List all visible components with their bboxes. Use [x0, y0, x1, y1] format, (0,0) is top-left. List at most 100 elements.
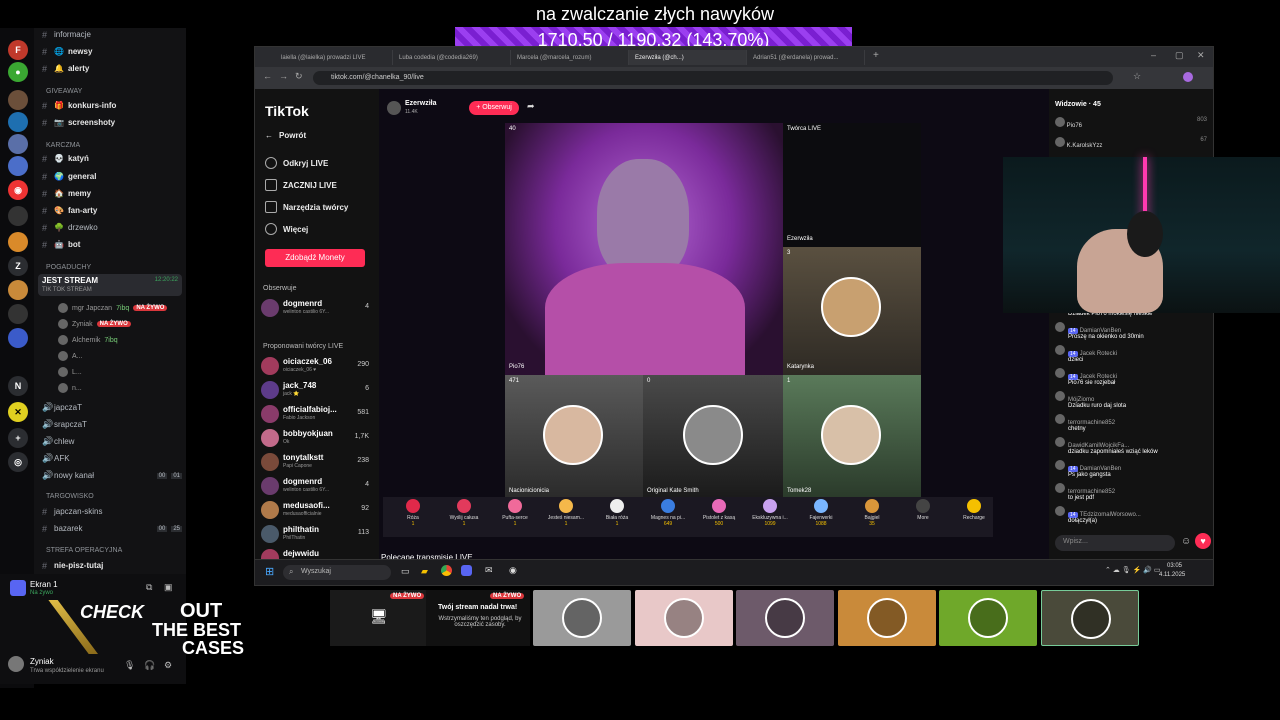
suggested-account[interactable]: bobbyokjuan Ok 1,7K [261, 427, 373, 449]
suggested-account[interactable]: officialfabioj... Fabio Jackson 581 [261, 403, 373, 425]
chat-message[interactable]: 14 Jacek Rotecki Pio76 sie rozjebał [1055, 368, 1207, 386]
browser-tab[interactable]: Luba codedia (@codedia269) [393, 50, 511, 65]
video-tile[interactable]: 1 Tomek28 [783, 375, 921, 499]
video-tile[interactable]: Twórca LIVE Ezerwziła [783, 123, 921, 247]
share-icon[interactable]: ➦ [527, 101, 535, 112]
server-letter-z[interactable]: Z [8, 256, 28, 276]
chrome-icon[interactable] [441, 565, 452, 576]
url-field[interactable]: tiktok.com/@chanelka_90/live [313, 71, 1113, 85]
chat-message[interactable]: terrormachine852 to jest pdf [1055, 483, 1207, 501]
new-tab-icon[interactable]: + [873, 50, 879, 61]
suggested-account[interactable]: dogmenrd welinton castilio 6Y... 4 [261, 475, 373, 497]
category-pogaduchy[interactable]: POGADUCHY [46, 264, 91, 271]
star-icon[interactable]: ☆ [1133, 71, 1141, 82]
browser-tab-active[interactable]: Ezerwziła (@ch...) [629, 50, 747, 65]
chat-message[interactable]: DawidKamilWojcikFa... dziadku zapomniałeś… [1055, 437, 1207, 455]
voice-user[interactable]: n... [58, 382, 82, 394]
video-tile[interactable]: 0 Original Kate Smith [643, 375, 783, 499]
gift-item[interactable]: Bajgiel 35 [848, 499, 896, 527]
gift-item[interactable]: Magnes na pi... 649 [644, 499, 692, 527]
channel-japczan-skins[interactable]: # japczan-skins [42, 505, 102, 518]
server-icon[interactable] [8, 304, 28, 324]
chat-message[interactable]: 14 DamianVanBen Ps jako gangsta [1055, 460, 1207, 478]
folder-icon[interactable]: ▰ [421, 566, 428, 577]
gift-item[interactable]: More [899, 499, 947, 521]
browser-tab[interactable]: laiella (@laielka) prowadzi LIVE [275, 50, 393, 65]
browser-tab[interactable]: Marcela (@marcela_rozum) [511, 50, 629, 65]
server-icon[interactable]: F [8, 40, 28, 60]
minimize-icon[interactable]: – [1151, 50, 1156, 60]
voice-channel-japczat[interactable]: 🔊 japczaT [42, 401, 82, 414]
maximize-icon[interactable]: ▢ [1175, 50, 1184, 61]
profile-avatar[interactable] [1183, 72, 1193, 82]
nav-narzedzia[interactable]: Narzędzia twórcy [265, 201, 348, 213]
suggested-account[interactable]: oiciaczek_06 oiciaczek_06 ♥ 290 [261, 355, 373, 377]
voice-channel-chlew[interactable]: 🔊 chlew [42, 435, 74, 448]
channel-informacje[interactable]: # informacje [42, 28, 91, 41]
forward-arrow-icon[interactable]: → [279, 71, 288, 81]
headphones-icon[interactable]: 🎧 [144, 660, 155, 671]
suggested-account[interactable]: medusaofi... medusaofficialnie 92 [261, 499, 373, 521]
app-icon[interactable]: ✉ [485, 565, 493, 576]
gift-item[interactable]: Pufta-serce 1 [491, 499, 539, 527]
server-icon[interactable] [8, 156, 28, 176]
chat-message[interactable]: MójZiomo Dziadku ruro daj slota [1055, 391, 1207, 409]
stream-thumbnail[interactable] [939, 590, 1037, 646]
viewer-row[interactable]: Pio76 803 [1055, 117, 1207, 129]
app-icon[interactable]: ◉ [509, 565, 517, 576]
server-letter-n[interactable]: N [8, 376, 28, 396]
heart-icon[interactable]: ♥ [1195, 533, 1211, 549]
channel-nie-pisz-tutaj[interactable]: # nie-pisz-tutaj [42, 559, 103, 572]
server-icon[interactable] [8, 134, 28, 154]
stream-thumbnail[interactable] [837, 590, 936, 646]
host-avatar[interactable] [387, 101, 401, 115]
gift-item[interactable]: Pistolet z kasą 500 [695, 499, 743, 527]
chat-message[interactable]: 14 DamianVanBen Proszę na okienko od 30min [1055, 322, 1207, 340]
voice-channel-active[interactable]: JEST STREAM 12:20:22 TIK TOK STREAM [38, 274, 182, 296]
suggested-account[interactable]: dejwwidu [261, 547, 373, 559]
get-coins-button[interactable]: Zdobądź Monety [265, 249, 365, 267]
windows-start-icon[interactable]: ⊞ [265, 565, 274, 578]
stream-thumbnail[interactable] [736, 590, 834, 646]
chat-message[interactable]: terrormachine852 chetny [1055, 414, 1207, 432]
channel-fan-arty[interactable]: # 🎨 fan-arty [42, 204, 97, 217]
channel-general[interactable]: # 🌍 general [42, 170, 96, 183]
channel-screenshoty[interactable]: # 📷 screenshoty [42, 116, 115, 129]
tray-icons[interactable]: ⌃ ☁ 🎙 ⚡ 🔊 ▭ [1105, 566, 1161, 574]
chat-message[interactable]: 14 Jacek Rotecki dzieci [1055, 345, 1207, 363]
reload-icon[interactable]: ↻ [295, 71, 303, 82]
voice-user[interactable]: A... [58, 350, 83, 362]
microphone-icon[interactable]: 🎙 [124, 660, 135, 671]
server-icon[interactable]: ● [8, 62, 28, 82]
gift-item[interactable]: Ekskluzywna i... 1099 [746, 499, 794, 527]
follow-button[interactable]: + Obserwuj [469, 101, 519, 115]
channel-alerty[interactable]: # 🔔 alerty [42, 62, 89, 75]
chat-input[interactable]: Wpisz... [1055, 535, 1175, 551]
category-karczma[interactable]: KARCZMA [46, 142, 80, 149]
channel-newsy[interactable]: # 🌐 newsy [42, 45, 92, 58]
voice-user[interactable]: Alchemik 7ibq [58, 334, 118, 346]
voice-channel-srapczat[interactable]: 🔊 srapczaT [42, 418, 87, 431]
server-icon[interactable] [8, 280, 28, 300]
channel-bot[interactable]: # 🤖 bot [42, 238, 80, 251]
gift-item[interactable]: Biała róża 1 [593, 499, 641, 527]
category-targowisko[interactable]: TARGOWISKO [46, 493, 94, 500]
back-arrow-icon[interactable]: ← [263, 71, 272, 81]
close-icon[interactable]: ✕ [1197, 50, 1205, 61]
server-icon[interactable]: ✕ [8, 402, 28, 422]
suggested-account[interactable]: tonytalkstt Papi Capone 238 [261, 451, 373, 473]
server-icon[interactable] [8, 90, 28, 110]
nav-odkryj-live[interactable]: Odkryj LIVE [265, 157, 328, 169]
voice-channel-afk[interactable]: 🔊 AFK [42, 452, 70, 465]
channel-drzewko[interactable]: # 🌳 drzewko [42, 221, 98, 234]
category-giveaway[interactable]: GIVEAWAY [46, 88, 82, 95]
observed-account[interactable]: dogmenrd welinton castilio 6Y... 4 [261, 297, 373, 319]
gear-icon[interactable]: ⚙ [164, 660, 172, 671]
gift-item[interactable]: Róża 1 [389, 499, 437, 527]
channel-katyn[interactable]: # 💀 katyń [42, 152, 89, 165]
server-icon[interactable] [8, 232, 28, 252]
channel-konkurs-info[interactable]: # 🎁 konkurs-info [42, 99, 116, 112]
taskbar-search[interactable]: ⌕ Wyszukaj [283, 565, 391, 580]
browser-tab[interactable]: Adrian51 (@erdanela) prowad... [747, 50, 865, 65]
gift-item[interactable]: Wyślij całusa 1 [440, 499, 488, 527]
